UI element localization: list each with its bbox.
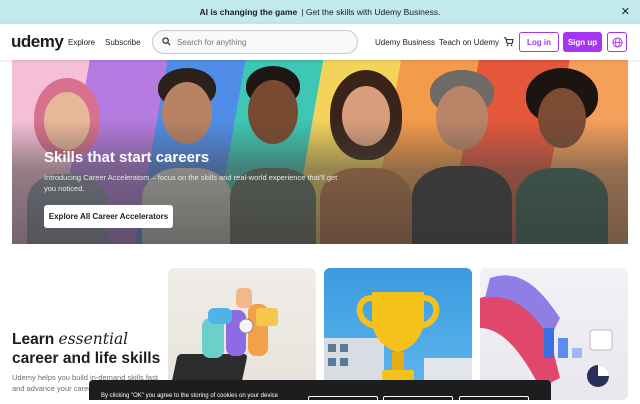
learn-heading: Learn essential career and life skills	[12, 330, 160, 368]
cart-icon[interactable]	[503, 36, 514, 47]
cookie-banner: By clicking "OK" you agree to the storin…	[89, 380, 551, 404]
search-bar[interactable]	[152, 30, 358, 54]
signup-button[interactable]: Sign up	[563, 32, 602, 52]
globe-icon	[611, 36, 623, 48]
cookie-button-1[interactable]	[308, 396, 378, 404]
announcement-bar: AI is changing the game | Get the skills…	[0, 0, 640, 24]
nav-explore[interactable]: Explore	[68, 38, 95, 47]
nav-udemy-business[interactable]: Udemy Business	[375, 38, 435, 47]
cookie-text: By clicking "OK" you agree to the storin…	[101, 393, 279, 399]
explore-career-accelerators-button[interactable]: Explore All Career Accelerators	[44, 205, 173, 228]
announcement-strong[interactable]: AI is changing the game	[200, 7, 298, 17]
nav-teach-on-udemy[interactable]: Teach on Udemy	[439, 38, 499, 47]
language-button[interactable]	[607, 32, 627, 52]
learn-heading-suffix: career and life skills	[12, 350, 161, 367]
close-icon[interactable]: ✕	[621, 5, 630, 18]
udemy-logo[interactable]: udemy	[11, 32, 64, 52]
search-icon	[162, 37, 171, 46]
learn-heading-em: essential	[58, 330, 129, 348]
hero-banner: Skills that start careers Introducing Ca…	[12, 60, 628, 244]
hero-subtitle: Introducing Career Accelerators – focus …	[44, 173, 338, 193]
cookie-button-2[interactable]	[383, 396, 453, 404]
cookie-button-3[interactable]	[459, 396, 529, 404]
login-button[interactable]: Log in	[519, 32, 559, 52]
search-input[interactable]	[175, 34, 353, 50]
announcement-text[interactable]: | Get the skills with Udemy Business.	[301, 7, 440, 17]
header: udemy Explore Subscribe Udemy Business T…	[0, 24, 640, 60]
learn-heading-prefix: Learn	[12, 331, 59, 348]
logo-text: udemy	[11, 32, 64, 51]
hero-title: Skills that start careers	[44, 149, 210, 166]
nav-subscribe[interactable]: Subscribe	[105, 38, 141, 47]
